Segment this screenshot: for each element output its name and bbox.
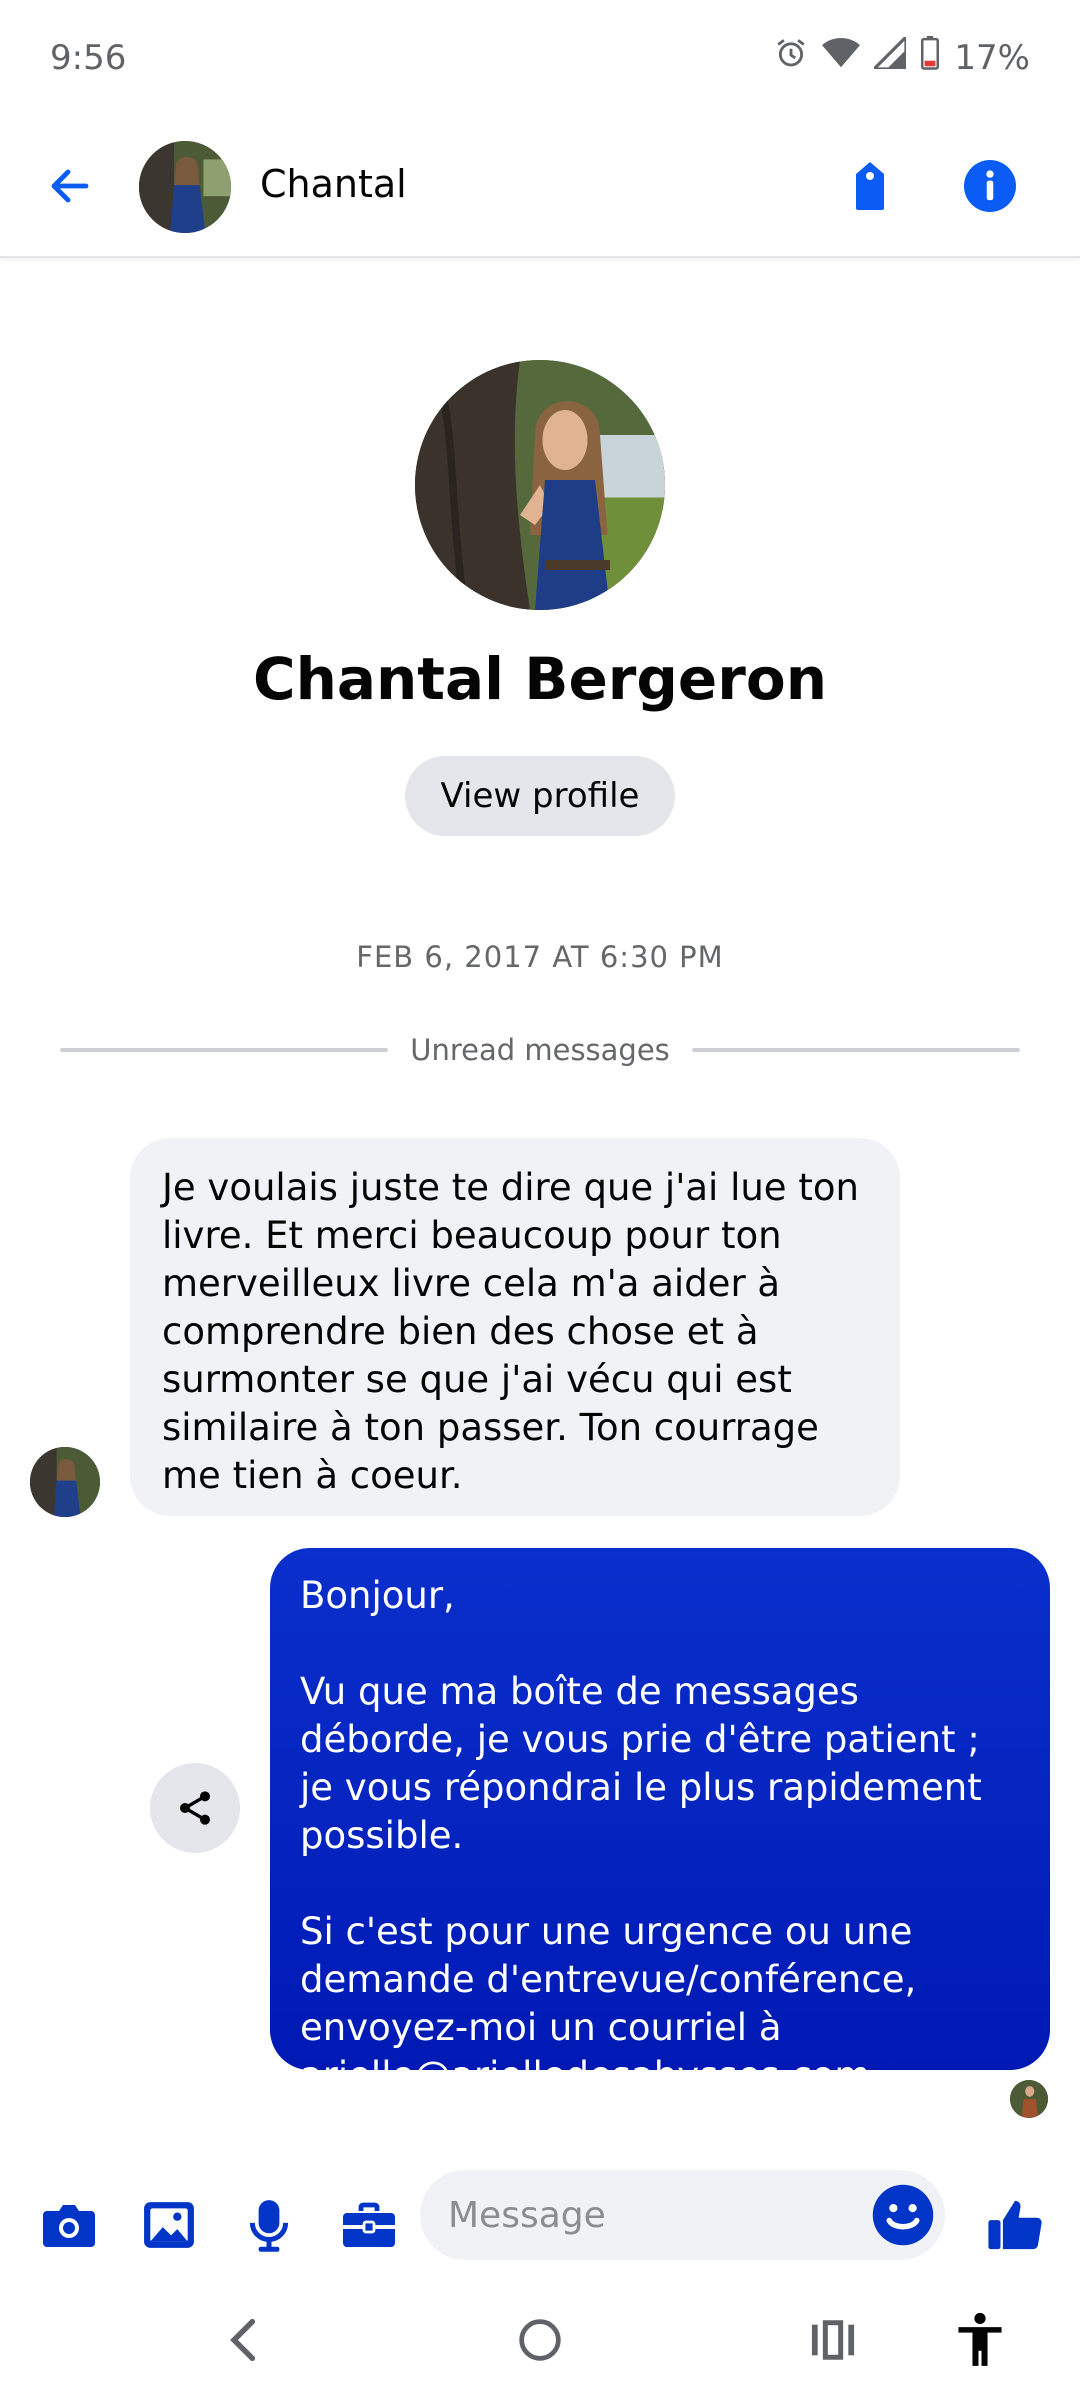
divider-line-right — [691, 1048, 1021, 1052]
conversation-timestamp: FEB 6, 2017 AT 6:30 PM — [356, 940, 724, 974]
like-button[interactable] — [980, 2190, 1050, 2260]
message-paragraph-2: Si c'est pour une urgence ou une demande… — [300, 1908, 1020, 2100]
battery-percent: 17% — [954, 37, 1030, 78]
message-paragraph-2-text: Si c'est pour une urgence ou une demande… — [300, 1910, 917, 2049]
share-button[interactable] — [150, 1763, 240, 1853]
conversation-header: Chantal — [0, 96, 1080, 258]
accessibility-icon — [958, 2312, 1002, 2366]
status-time: 9:56 — [50, 38, 127, 78]
composer-bar — [0, 2160, 1080, 2280]
info-button[interactable] — [960, 156, 1020, 216]
info-icon — [964, 160, 1016, 212]
microphone-button[interactable] — [234, 2190, 304, 2260]
profile-full-name: Chantal Bergeron — [253, 645, 827, 713]
camera-button[interactable] — [34, 2190, 104, 2260]
view-profile-button[interactable]: View profile — [405, 756, 675, 836]
status-icons: 17% — [774, 33, 1030, 79]
nav-home-icon — [519, 2319, 561, 2361]
signal-icon — [870, 33, 909, 78]
sender-avatar[interactable] — [30, 1447, 100, 1517]
nav-back-icon — [230, 2318, 256, 2362]
message-greeting: Bonjour, — [300, 1574, 455, 1617]
unread-divider: Unread messages — [60, 1030, 1021, 1070]
share-icon — [180, 1791, 210, 1825]
nav-back-button[interactable] — [205, 2300, 285, 2380]
profile-avatar[interactable] — [415, 360, 665, 610]
message-input[interactable] — [420, 2170, 945, 2260]
microphone-icon — [249, 2200, 289, 2252]
emoji-button[interactable] — [870, 2182, 936, 2248]
wifi-icon — [822, 36, 861, 79]
message-trailing: . — [870, 2054, 883, 2097]
incoming-message-bubble[interactable]: Je voulais juste te dire que j'ai lue to… — [130, 1138, 900, 1516]
camera-icon — [43, 2205, 95, 2247]
email-link[interactable]: arielle@arielledesabysses.com — [300, 2054, 870, 2097]
briefcase-icon — [343, 2202, 395, 2247]
divider-line-left — [60, 1048, 389, 1052]
tag-icon — [856, 162, 884, 210]
back-button[interactable] — [40, 156, 100, 216]
battery-icon — [920, 36, 940, 79]
read-receipt-avatar — [1010, 2080, 1048, 2118]
gallery-button[interactable] — [134, 2190, 204, 2260]
briefcase-button[interactable] — [334, 2190, 404, 2260]
contact-name[interactable]: Chantal — [260, 162, 407, 206]
message-paragraph-1: Vu que ma boîte de messages déborde, je … — [300, 1670, 982, 1857]
contact-avatar[interactable] — [139, 141, 231, 233]
nav-recents-button[interactable] — [793, 2300, 873, 2380]
outgoing-message-bubble[interactable]: Bonjour, Vu que ma boîte de messages déb… — [270, 1548, 1050, 2097]
thumbs-up-icon — [988, 2200, 1042, 2250]
unread-label: Unread messages — [410, 1033, 670, 1067]
system-navigation-bar — [0, 2280, 1080, 2400]
nav-recents-icon — [811, 2320, 855, 2360]
emoji-icon — [872, 2184, 934, 2246]
back-arrow-icon — [51, 169, 89, 203]
tag-button[interactable] — [840, 156, 900, 216]
accessibility-button[interactable] — [940, 2300, 1020, 2380]
alarm-icon — [774, 36, 808, 79]
nav-home-button[interactable] — [500, 2300, 580, 2380]
gallery-icon — [144, 2202, 194, 2248]
